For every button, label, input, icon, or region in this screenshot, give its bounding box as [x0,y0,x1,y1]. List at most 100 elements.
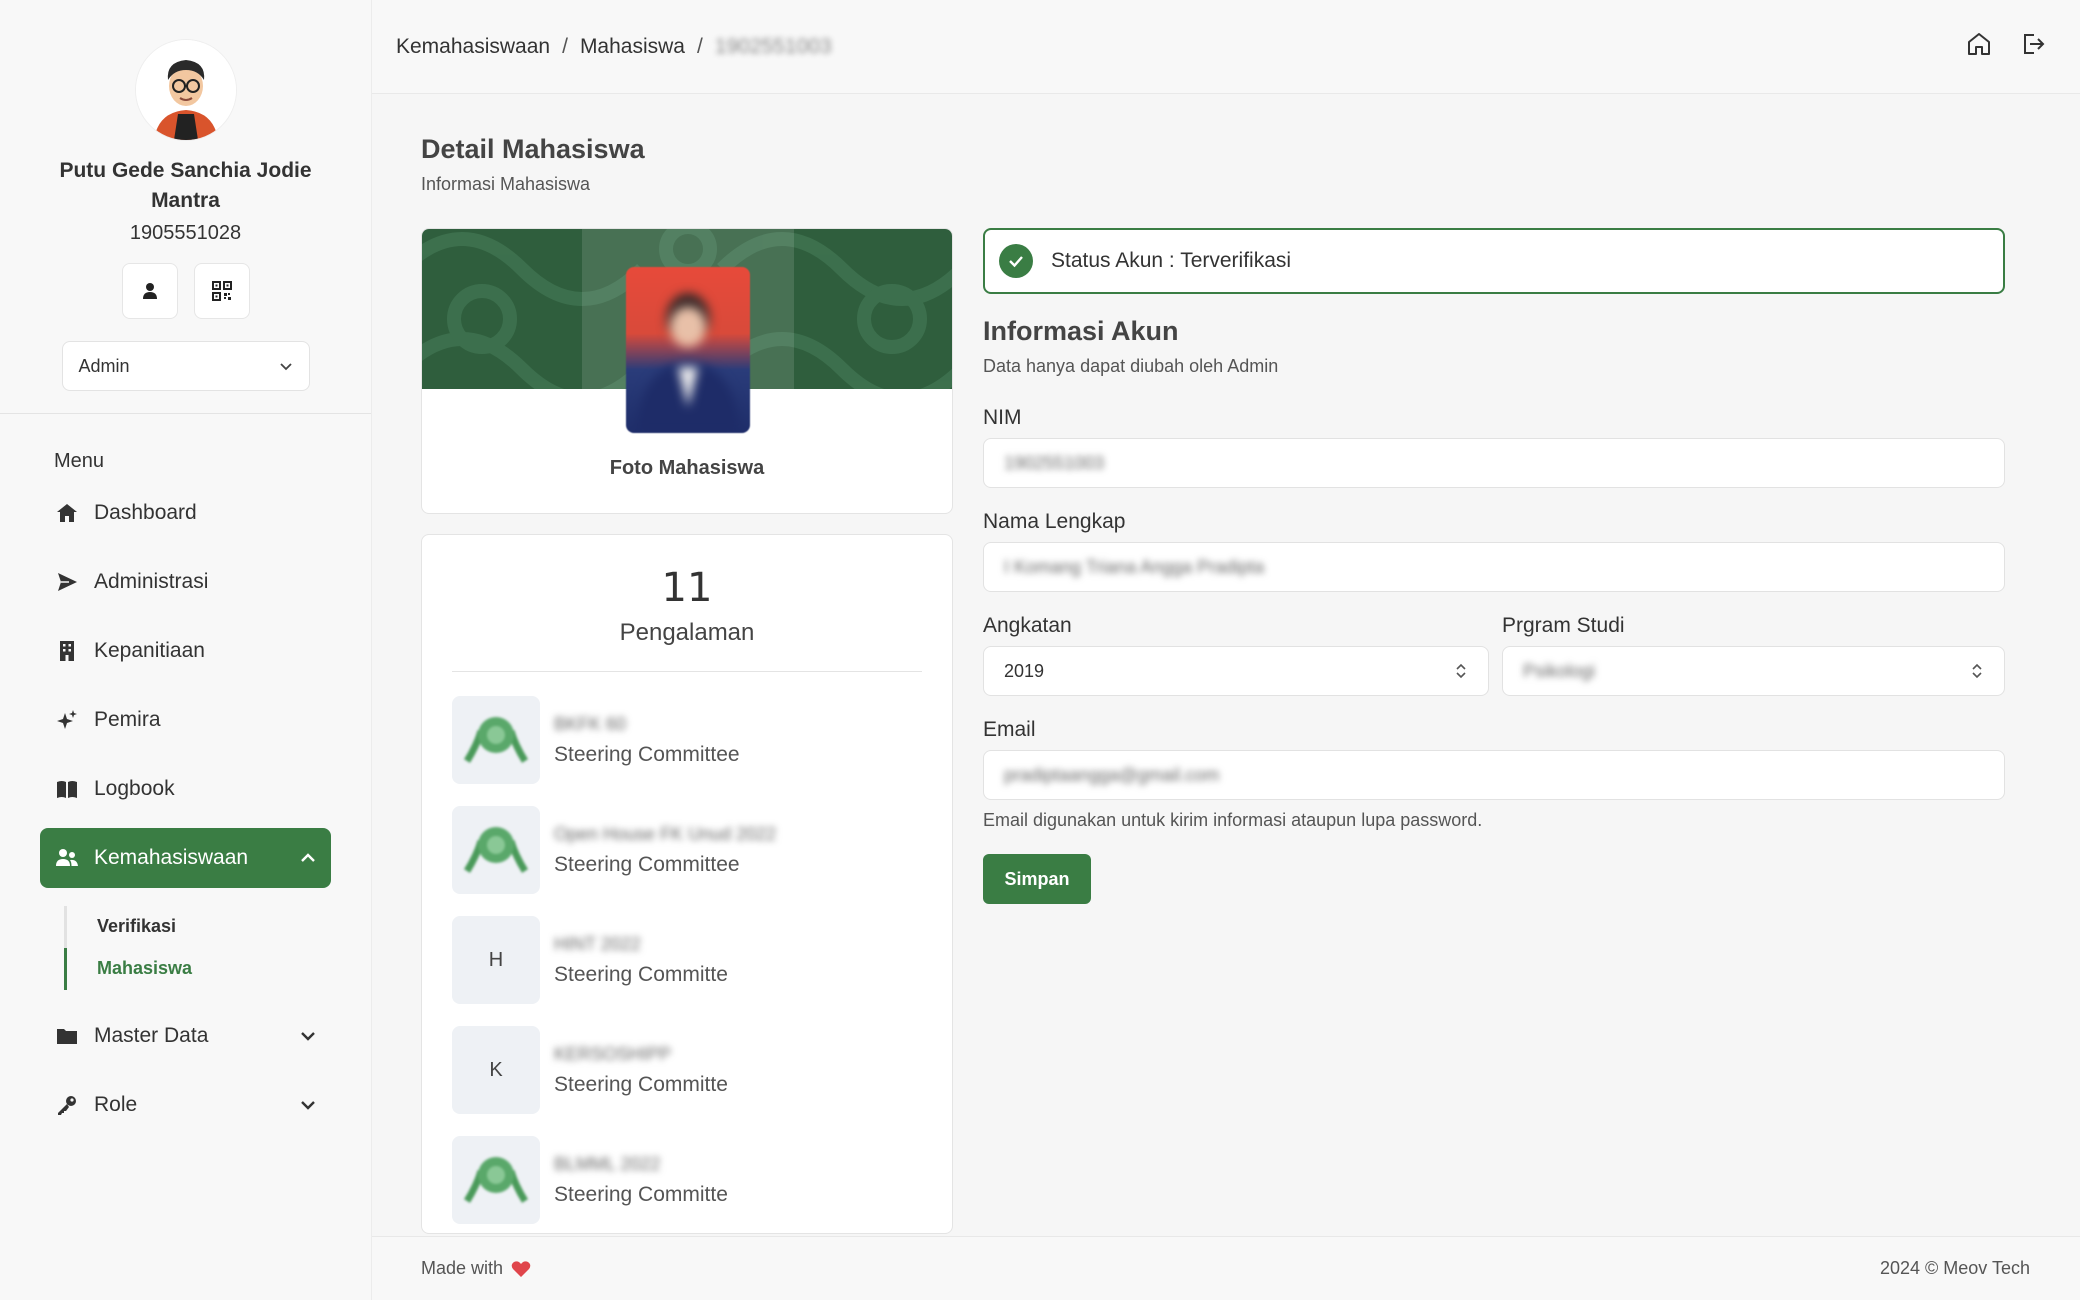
heart-icon [511,1260,531,1277]
book-icon [54,776,80,802]
kemahasiswaan-submenu: Verifikasi Mahasiswa [64,906,371,990]
submenu-item-mahasiswa[interactable]: Mahasiswa [64,948,371,990]
email-help-text: Email digunakan untuk kirim informasi at… [983,810,1483,830]
breadcrumb-item-kemahasiswaan[interactable]: Kemahasiswaan [396,35,550,59]
sidebar-item-kemahasiswaan[interactable]: Kemahasiswaan [40,828,331,888]
sidebar-item-administrasi[interactable]: Administrasi [40,552,331,612]
breadcrumb-separator: / [696,34,703,58]
sidebar-item-label: Administrasi [94,570,209,593]
send-icon [54,569,80,595]
experience-list: BKFK 60 Steering Committee Open House FK… [422,696,952,1224]
logout-button[interactable] [2020,31,2046,62]
nim-label: NIM [983,406,1022,429]
experience-role: Steering Committe [554,962,728,986]
photo-caption: Foto Mahasiswa [609,457,765,479]
page-title: Detail Mahasiswa [421,134,645,164]
user-icon [142,283,157,299]
experience-name: BLMML 2022 [554,1153,661,1174]
footer-made-with: Made with [421,1258,531,1279]
experience-role: Steering Committe [554,1072,728,1096]
folder-icon [54,1023,80,1049]
student-photo [626,267,750,433]
email-field[interactable]: pradiptaangga@gmail.com [983,750,2005,800]
list-item[interactable]: Open House FK Unud 2022 Steering Committ… [452,806,922,894]
breadcrumb-item-current: 1902551003 [714,34,832,58]
sidebar: Putu Gede Sanchia Jodie Mantra 190555102… [0,0,372,1300]
angkatan-select[interactable]: 2019 [983,646,1489,696]
angkatan-label: Angkatan [983,614,1072,637]
user-nim: 1905551028 [129,222,242,244]
sidebar-item-kepanitiaan[interactable]: Kepanitiaan [40,621,331,681]
account-status-banner: Status Akun : Terverifikasi [983,228,2005,294]
experience-role: Steering Committe [554,1182,728,1206]
header-actions [1966,31,2056,62]
qr-code-icon [211,281,232,301]
experience-logo [452,696,540,784]
chevron-down-icon [279,363,292,371]
experience-initial: H [452,916,540,1004]
menu-title: Menu [54,450,105,472]
chevron-down-icon [301,1032,315,1041]
save-button[interactable]: Simpan [983,854,1091,904]
sidebar-item-label: Kepanitiaan [94,639,205,662]
key-icon [54,1092,80,1118]
email-label: Email [983,718,1036,741]
experience-role: Steering Committee [554,742,740,766]
chevron-up-icon [301,853,315,862]
check-circle-icon [999,244,1033,278]
sidebar-item-pemira[interactable]: Pemira [40,690,331,750]
nim-value: 1902551003 [1004,452,1105,473]
profile-button[interactable] [121,263,178,319]
logout-icon [2024,34,2045,54]
footer-made-text: Made with [421,1258,504,1278]
experience-name: HINT 2022 [554,933,641,954]
prodi-select[interactable]: Psikologi [1502,646,2005,696]
experience-count: 11 [661,565,713,611]
name-value: I Komang Triana Angga Pradipta [1004,556,1265,577]
home-button[interactable] [1966,31,1992,62]
sidebar-item-label: Pemira [94,708,161,731]
sidebar-menu: Dashboard Administrasi Kepanitiaan Pemir… [0,483,371,1135]
submenu-item-verifikasi[interactable]: Verifikasi [64,906,371,948]
experience-label: Pengalaman [619,619,755,646]
sidebar-item-dashboard[interactable]: Dashboard [40,483,331,543]
sidebar-item-label: Master Data [94,1024,209,1047]
list-item[interactable]: H HINT 2022 Steering Committe [452,916,922,1004]
list-item[interactable]: K KERSOSHIPP Steering Committe [452,1026,922,1114]
prodi-label: Prgram Studi [1502,614,1625,637]
experience-logo [452,806,540,894]
profile-section: Putu Gede Sanchia Jodie Mantra 190555102… [0,0,371,414]
role-select[interactable]: Admin [61,341,310,391]
user-name: Putu Gede Sanchia Jodie Mantra [59,159,312,212]
list-item[interactable]: BLMML 2022 Steering Committe [452,1136,922,1224]
chevron-down-icon [301,1101,315,1110]
prodi-value: Psikologi [1523,660,1596,681]
sidebar-item-label: Logbook [94,777,175,800]
account-section-subtitle: Data hanya dapat diubah oleh Admin [983,356,1279,376]
profile-actions [0,263,371,319]
name-field[interactable]: I Komang Triana Angga Pradipta [983,542,2005,592]
sidebar-item-logbook[interactable]: Logbook [40,759,331,819]
email-value: pradiptaangga@gmail.com [1004,764,1220,785]
qr-code-button[interactable] [193,263,250,319]
sidebar-item-label: Kemahasiswaan [94,846,249,869]
name-label: Nama Lengkap [983,510,1126,533]
sidebar-item-role[interactable]: Role [40,1075,331,1135]
home-icon [54,500,80,526]
footer-copyright: 2024 © Meov Tech [1879,1258,2030,1278]
sidebar-item-label: Role [94,1093,138,1116]
breadcrumb: Kemahasiswaan / Mahasiswa / 1902551003 [396,35,832,59]
sparkles-icon [54,707,80,733]
experience-role: Steering Committee [554,852,740,876]
users-icon [54,845,80,871]
experience-name: BKFK 60 [554,713,627,734]
list-item[interactable]: BKFK 60 Steering Committee [452,696,922,784]
nim-field[interactable]: 1902551003 [983,438,2005,488]
breadcrumb-item-mahasiswa[interactable]: Mahasiswa [580,35,685,59]
experience-initial: K [452,1026,540,1114]
divider [452,671,922,672]
top-header: Kemahasiswaan / Mahasiswa / 1902551003 [372,0,2080,94]
page-subtitle: Informasi Mahasiswa [421,174,591,194]
sidebar-item-master-data[interactable]: Master Data [40,1006,331,1066]
experience-card: 11 Pengalaman BKFK 60 Steering Committee… [421,534,953,1234]
